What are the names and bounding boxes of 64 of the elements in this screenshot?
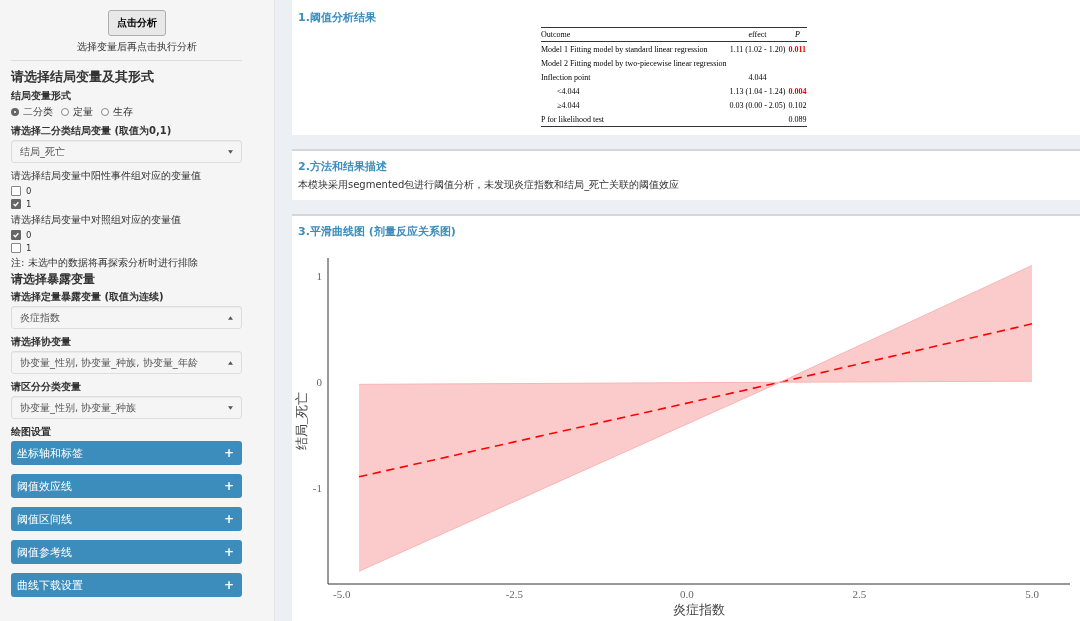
field-label: 请选择结局变量中阳性事件组对应的变量值 — [11, 169, 202, 183]
table-cell: P for likelihood test — [541, 114, 605, 124]
field-label: 请选择定量暴露变量 (取值为连续) — [11, 290, 165, 304]
column-header: P — [788, 27, 807, 42]
section-heading: 请选择暴露变量 — [11, 271, 96, 288]
table-cell: 0.004 — [788, 86, 807, 96]
checkbox-icon[interactable] — [11, 185, 21, 196]
table-cell: Model 2 Fitting model by two-piecewise linear regression — [541, 58, 727, 68]
checkbox-option[interactable]: 0 — [11, 228, 242, 241]
x-tick-label: -2.5 — [505, 588, 524, 600]
table-cell: 0.102 — [788, 100, 807, 110]
column-header: Outcome — [541, 27, 727, 42]
field-label: 请选择二分类结局变量 (取值为0,1) — [11, 124, 173, 138]
field-label: 请选择协变量 — [11, 335, 72, 349]
select-field[interactable]: 协变量_性别, 协变量_种族, 协变量_年龄 — [11, 351, 242, 374]
y-tick-label: 1 — [316, 270, 322, 283]
checkbox-icon[interactable] — [11, 242, 21, 253]
collapsible-header[interactable]: 阈值效应线 + — [11, 474, 242, 498]
field-label: 结局变量形式 — [11, 89, 72, 103]
checkbox-icon[interactable] — [11, 198, 21, 209]
analyze-button[interactable]: 点击分析 — [107, 10, 166, 36]
collapsible-header[interactable]: 阈值参考线 + — [11, 540, 242, 564]
column-header: effect — [726, 27, 789, 42]
checkbox-icon[interactable] — [11, 229, 21, 240]
section-heading: 请选择结局变量及其形式 — [11, 68, 155, 86]
field-label: 绘图设置 — [11, 425, 52, 439]
select-field[interactable]: 协变量_性别, 协变量_种族 — [11, 396, 242, 419]
collapsible-header[interactable]: 坐标轴和标签 + — [11, 441, 242, 465]
table-cell: Inflection point — [541, 72, 591, 82]
panel-title: 3.平滑曲线图 (剂量反应关系图) — [298, 224, 457, 239]
select-field[interactable]: 炎症指数 — [11, 306, 242, 329]
table-cell: Model 1 Fitting model by standard linear regression — [541, 44, 708, 54]
panel-title: 1.阈值分析结果 — [298, 10, 377, 25]
field-label: 请区分分类变量 — [11, 380, 82, 394]
y-tick-label: -1 — [312, 482, 322, 495]
radio-option[interactable]: 二分类 — [11, 105, 53, 119]
description-text: 本模块采用segmented包进行阈值分析，未发现炎症指数和结局_死亡关联的阈值效应 — [298, 178, 681, 192]
table-cell: 4.044 — [748, 72, 767, 82]
table-cell: 1.11 (1.02 - 1.20) — [729, 44, 786, 54]
hint-text: 选择变量后再点击执行分析 — [76, 40, 197, 54]
x-tick-label: -5.0 — [333, 588, 351, 600]
radio-option[interactable]: 生存 — [101, 105, 133, 119]
table-cell-text: ≥4.044 — [556, 100, 580, 110]
x-tick-label: 0.0 — [680, 588, 694, 600]
panel-title: 2.方法和结果描述 — [298, 159, 388, 174]
table-cell: 0.089 — [788, 114, 807, 124]
collapsible-header[interactable]: 阈值区间线 + — [11, 507, 242, 531]
x-axis-label: 炎症指数 — [673, 602, 725, 617]
checkbox-option[interactable]: 1 — [11, 197, 242, 210]
radio-option[interactable]: 定量 — [61, 105, 93, 119]
checkbox-option[interactable]: 1 — [11, 241, 242, 254]
x-tick-label: 2.5 — [852, 588, 867, 600]
select-field[interactable]: 结局_死亡 — [11, 140, 242, 163]
checkbox-option[interactable]: 0 — [11, 184, 242, 197]
note-text: 注: 未选中的数据将再探索分析时进行排除 — [11, 256, 199, 270]
field-label: 请选择结局变量中对照组对应的变量值 — [11, 213, 182, 227]
table-cell: 1.13 (1.04 - 1.24) — [729, 86, 786, 96]
x-tick-label: 5.0 — [1025, 588, 1039, 600]
table-cell: 0.011 — [788, 44, 807, 54]
y-tick-label: 0 — [316, 376, 322, 389]
table-cell: 0.03 (0.00 - 2.05) — [729, 100, 786, 110]
y-axis-label: 结局_死亡 — [294, 391, 309, 451]
table-cell-text: <4.044 — [556, 86, 580, 96]
collapsible-header[interactable]: 曲线下载设置 + — [11, 573, 242, 597]
